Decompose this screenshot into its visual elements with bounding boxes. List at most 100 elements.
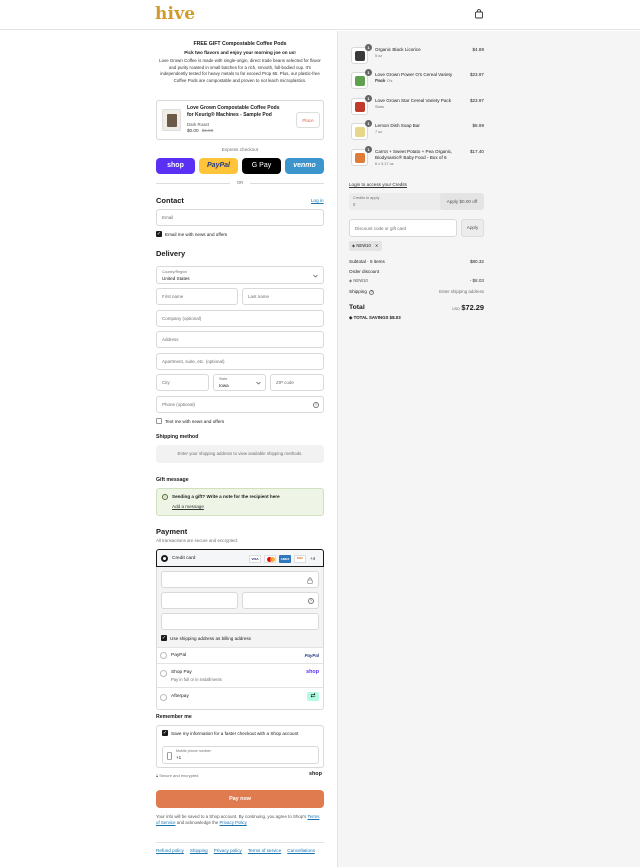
total-savings-value: $8.03 [389,315,401,320]
company-field[interactable]: Company (optional) [156,310,324,327]
security-code-field[interactable]: ? [242,592,319,609]
help-icon[interactable]: ? [369,290,375,295]
country-select[interactable]: Country/Region United States [156,266,324,284]
shop-pay-radio[interactable] [160,670,167,677]
email-field[interactable]: Email [156,209,324,226]
mobile-phone-value: +1 [176,755,182,760]
cart-line-item: 1 Organic Black Licorice 5 oz $4.89 [349,44,484,67]
paypal-radio[interactable] [160,652,167,659]
shipping-link[interactable]: Shipping [190,848,208,853]
credit-card-option[interactable]: Credit card VISA AMEX DISC +4 [156,549,324,567]
order-discount-value: - $8.03 [469,278,484,283]
state-label: State [219,377,228,381]
venmo-express-button[interactable]: venmo [285,158,324,174]
chevron-down-icon [313,274,318,278]
chevron-down-icon [256,381,261,385]
shop-pay-logo: shop [306,669,319,675]
discover-icon: DISC [294,555,306,563]
mobile-phone-field[interactable]: Mobile phone number +1 [162,746,319,764]
state-select[interactable]: State Iowa [213,374,266,391]
email-news-checkbox[interactable]: ✓ [156,231,162,237]
credit-card-label: Credit card [172,556,196,561]
afterpay-option[interactable]: Afterpay ⇄ [157,687,323,709]
or-divider: OR [156,180,324,186]
secure-label: 🔒︎ Secure and encrypted [156,773,198,778]
afterpay-radio[interactable] [160,694,167,701]
add-message-link[interactable]: Add a message [172,504,204,509]
remember-me-heading: Remember me [156,714,192,720]
zip-placeholder: ZIP code [276,380,294,385]
header: hive [0,0,640,30]
paypal-express-button[interactable]: PayPal [199,158,238,174]
total-row: USD $72.29 [424,303,484,312]
billing-address-checkbox[interactable]: ✓ [161,635,167,641]
help-icon[interactable]: ? [313,402,319,408]
privacy-policy-link[interactable]: Privacy policy [214,848,242,853]
apartment-field[interactable]: Apartment, suite, etc. (optional) [156,353,324,370]
save-info-checkbox[interactable]: ✓ [162,730,168,736]
quantity-badge: 1 [365,146,372,153]
billing-address-label: Use shipping address as billing address [170,636,251,641]
text-news-checkbox[interactable] [156,418,162,424]
refund-policy-link[interactable]: Refund policy [156,848,184,853]
shopping-bag-icon[interactable] [474,9,484,19]
gift-message-banner: i Sending a gift? Write a note for the r… [156,488,324,516]
currency-label: USD [451,307,460,311]
country-value: United States [162,276,190,281]
brand-logo[interactable]: hive [155,4,195,24]
quantity-badge: 1 [365,69,372,76]
shop-pay-label: Shop Pay [171,670,192,675]
pay-now-button[interactable]: Pay now [156,790,324,808]
apply-discount-button[interactable]: Apply [461,219,484,237]
visa-icon: VISA [249,555,261,563]
address-placeholder: Address [162,337,179,342]
terms-of-service-link[interactable]: Terms of service [248,848,281,853]
mobile-phone-label: Mobile phone number [176,749,211,753]
cancellations-link[interactable]: Cancellations [287,848,315,853]
place-button[interactable]: Place [296,112,320,128]
name-on-card-field[interactable] [161,613,319,630]
more-cards-label: +4 [310,556,316,561]
shop-pay-option[interactable]: Shop Pay Pay in full or in installments … [157,663,323,687]
savings-tag-icon: ◈ [349,315,353,320]
remove-discount-icon[interactable]: ✕ [375,243,379,248]
shop-pay-express-button[interactable]: shop [156,158,195,174]
country-label: Country/Region [162,270,187,274]
shipping-method-heading: Shipping method [156,434,199,440]
product-image [355,102,365,112]
phone-field[interactable]: Phone (optional) ? [156,396,324,413]
lock-icon [307,577,313,584]
card-number-field[interactable] [161,571,319,588]
shop-logo: shop [309,771,322,777]
applied-discount-tag: ◈ NEW10 ✕ [349,241,382,251]
product-price: $23.97 [469,98,484,103]
paypal-option[interactable]: PayPal PayPal [157,647,323,663]
quantity-badge: 1 [365,120,372,127]
help-icon[interactable]: ? [308,598,314,604]
discount-code-field[interactable]: Discount code or gift card [349,219,457,237]
address-field[interactable]: Address [156,331,324,348]
order-discount-label: Order discount [349,269,380,274]
apply-credits-button[interactable]: Apply $0.00 off [440,193,484,210]
product-price: $17.40 [469,149,484,154]
google-pay-express-button[interactable]: G Pay [242,158,281,174]
product-image [355,76,365,86]
product-image [355,51,365,61]
city-field[interactable]: City [156,374,209,391]
gift-message-title: Sending a gift? Write a note for the rec… [172,494,280,499]
afterpay-label: Afterpay [171,694,189,699]
legal-text-and: and acknowledge the [176,820,219,825]
credit-card-radio[interactable] [161,555,168,562]
expiration-date-field[interactable] [161,592,238,609]
amex-icon: AMEX [279,555,291,563]
login-link[interactable]: Log in [311,198,324,203]
promo-product-name: Love Grown Compostable Coffee Pods for K… [187,105,280,118]
zip-field[interactable]: ZIP code [270,374,324,391]
credits-login-link[interactable]: Login to access your Credits [349,182,407,187]
privacy-link[interactable]: Privacy Policy [220,820,247,825]
info-icon: i [162,494,168,500]
first-name-field[interactable]: First name [156,288,238,305]
payment-note: All transactions are secure and encrypte… [156,538,239,543]
last-name-field[interactable]: Last name [242,288,324,305]
last-name-placeholder: Last name [248,294,270,299]
